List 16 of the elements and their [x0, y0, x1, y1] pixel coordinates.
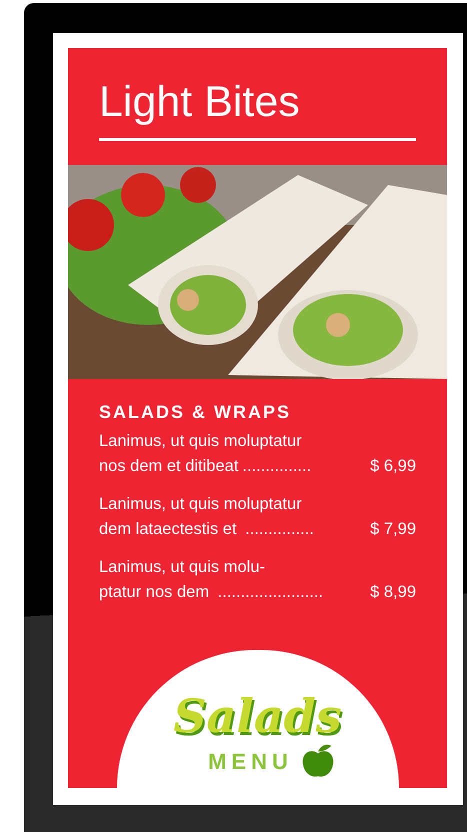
logo-script: Salads	[173, 690, 342, 742]
item-price: $ 6,99	[370, 456, 416, 477]
menu-title: Light Bites	[99, 78, 301, 126]
section-heading: SALADS & WRAPS	[99, 401, 292, 423]
leader-dots: ...............	[245, 519, 314, 540]
item-description: Lanimus, ut quis moluptatur	[99, 494, 303, 515]
logo-subtitle: MENU	[208, 748, 293, 776]
item-description: nos dem et ditibeat	[99, 456, 238, 477]
item-price: $ 8,99	[370, 582, 416, 603]
item-description: Lanimus, ut quis moluptatur	[99, 431, 303, 452]
leader-dots: ...............	[242, 456, 312, 477]
item-description: ptatur nos dem	[99, 582, 210, 603]
leader-dots: .......................	[218, 582, 324, 603]
item-description: Lanimus, ut quis molu-	[99, 557, 266, 578]
item-price: $ 7,99	[370, 519, 416, 540]
item-description: dem lataectestis et	[99, 519, 238, 540]
